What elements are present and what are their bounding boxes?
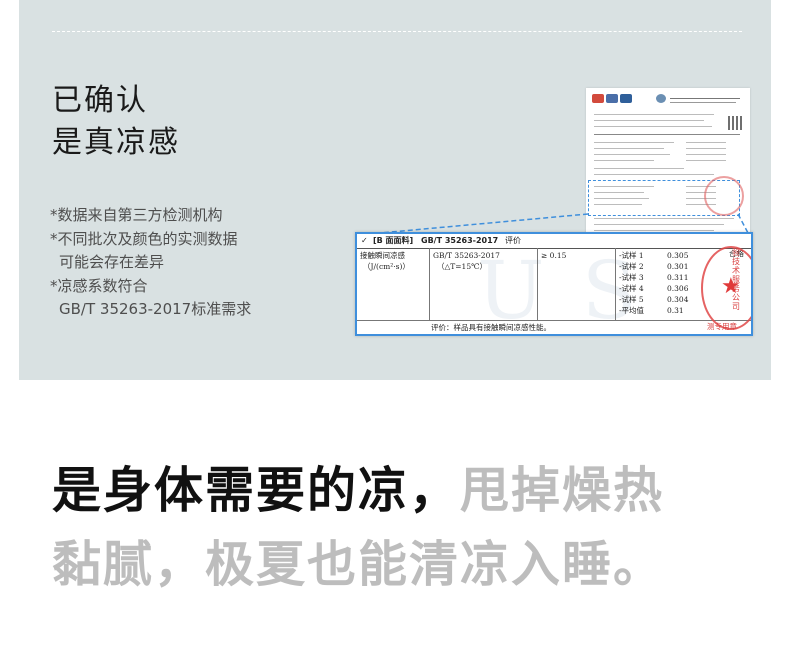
stamp-text: 验技术服务公司 xyxy=(732,248,740,311)
sample-label: -试样 5 xyxy=(619,295,644,304)
sample-value: 0.304 xyxy=(667,295,689,304)
stamp-bottom-text: 测专用章 xyxy=(707,322,737,331)
slogan-line1: 是身体需要的凉，甩掉燥热 xyxy=(52,466,664,515)
sample-label: -试样 3 xyxy=(619,273,644,282)
property-unit: （J/(cm²·s)） xyxy=(363,262,410,271)
report-footer: 评价：样品具有接触瞬间凉感性能。 xyxy=(357,320,751,334)
property-name: 接触瞬间凉感 xyxy=(360,251,405,260)
sample-value: 0.305 xyxy=(667,251,689,260)
test-condition: （△T=15℃） xyxy=(437,262,487,271)
average-value: 0.31 xyxy=(667,306,684,315)
report-header: ✓ [B 面面料] GB/T 35263-2017 评价 xyxy=(357,234,751,249)
slogan-line2: 黏腻，极夏也能清凉入睡。 xyxy=(52,540,664,589)
test-standard: GB/T 35263-2017 xyxy=(433,251,500,260)
slogan-light-text: 甩掉燥热 xyxy=(460,462,665,519)
sample-label: -试样 4 xyxy=(619,284,644,293)
sample-value: 0.311 xyxy=(667,273,689,282)
requirement: ≥ 0.15 xyxy=(541,251,567,260)
sample-value: 0.306 xyxy=(667,284,689,293)
slogan-dark-text: 是身体需要的凉， xyxy=(52,462,461,519)
slogan-light-text: 黏腻，极夏也能清凉入睡。 xyxy=(52,536,665,593)
sample-label: -试样 2 xyxy=(619,262,644,271)
sample-label: -试样 1 xyxy=(619,251,644,260)
sample-value: 0.301 xyxy=(667,262,689,271)
report-zoom: U S ✓ [B 面面料] GB/T 35263-2017 评价 接触瞬间凉感 … xyxy=(355,232,753,336)
average-label: -平均值 xyxy=(619,306,645,315)
